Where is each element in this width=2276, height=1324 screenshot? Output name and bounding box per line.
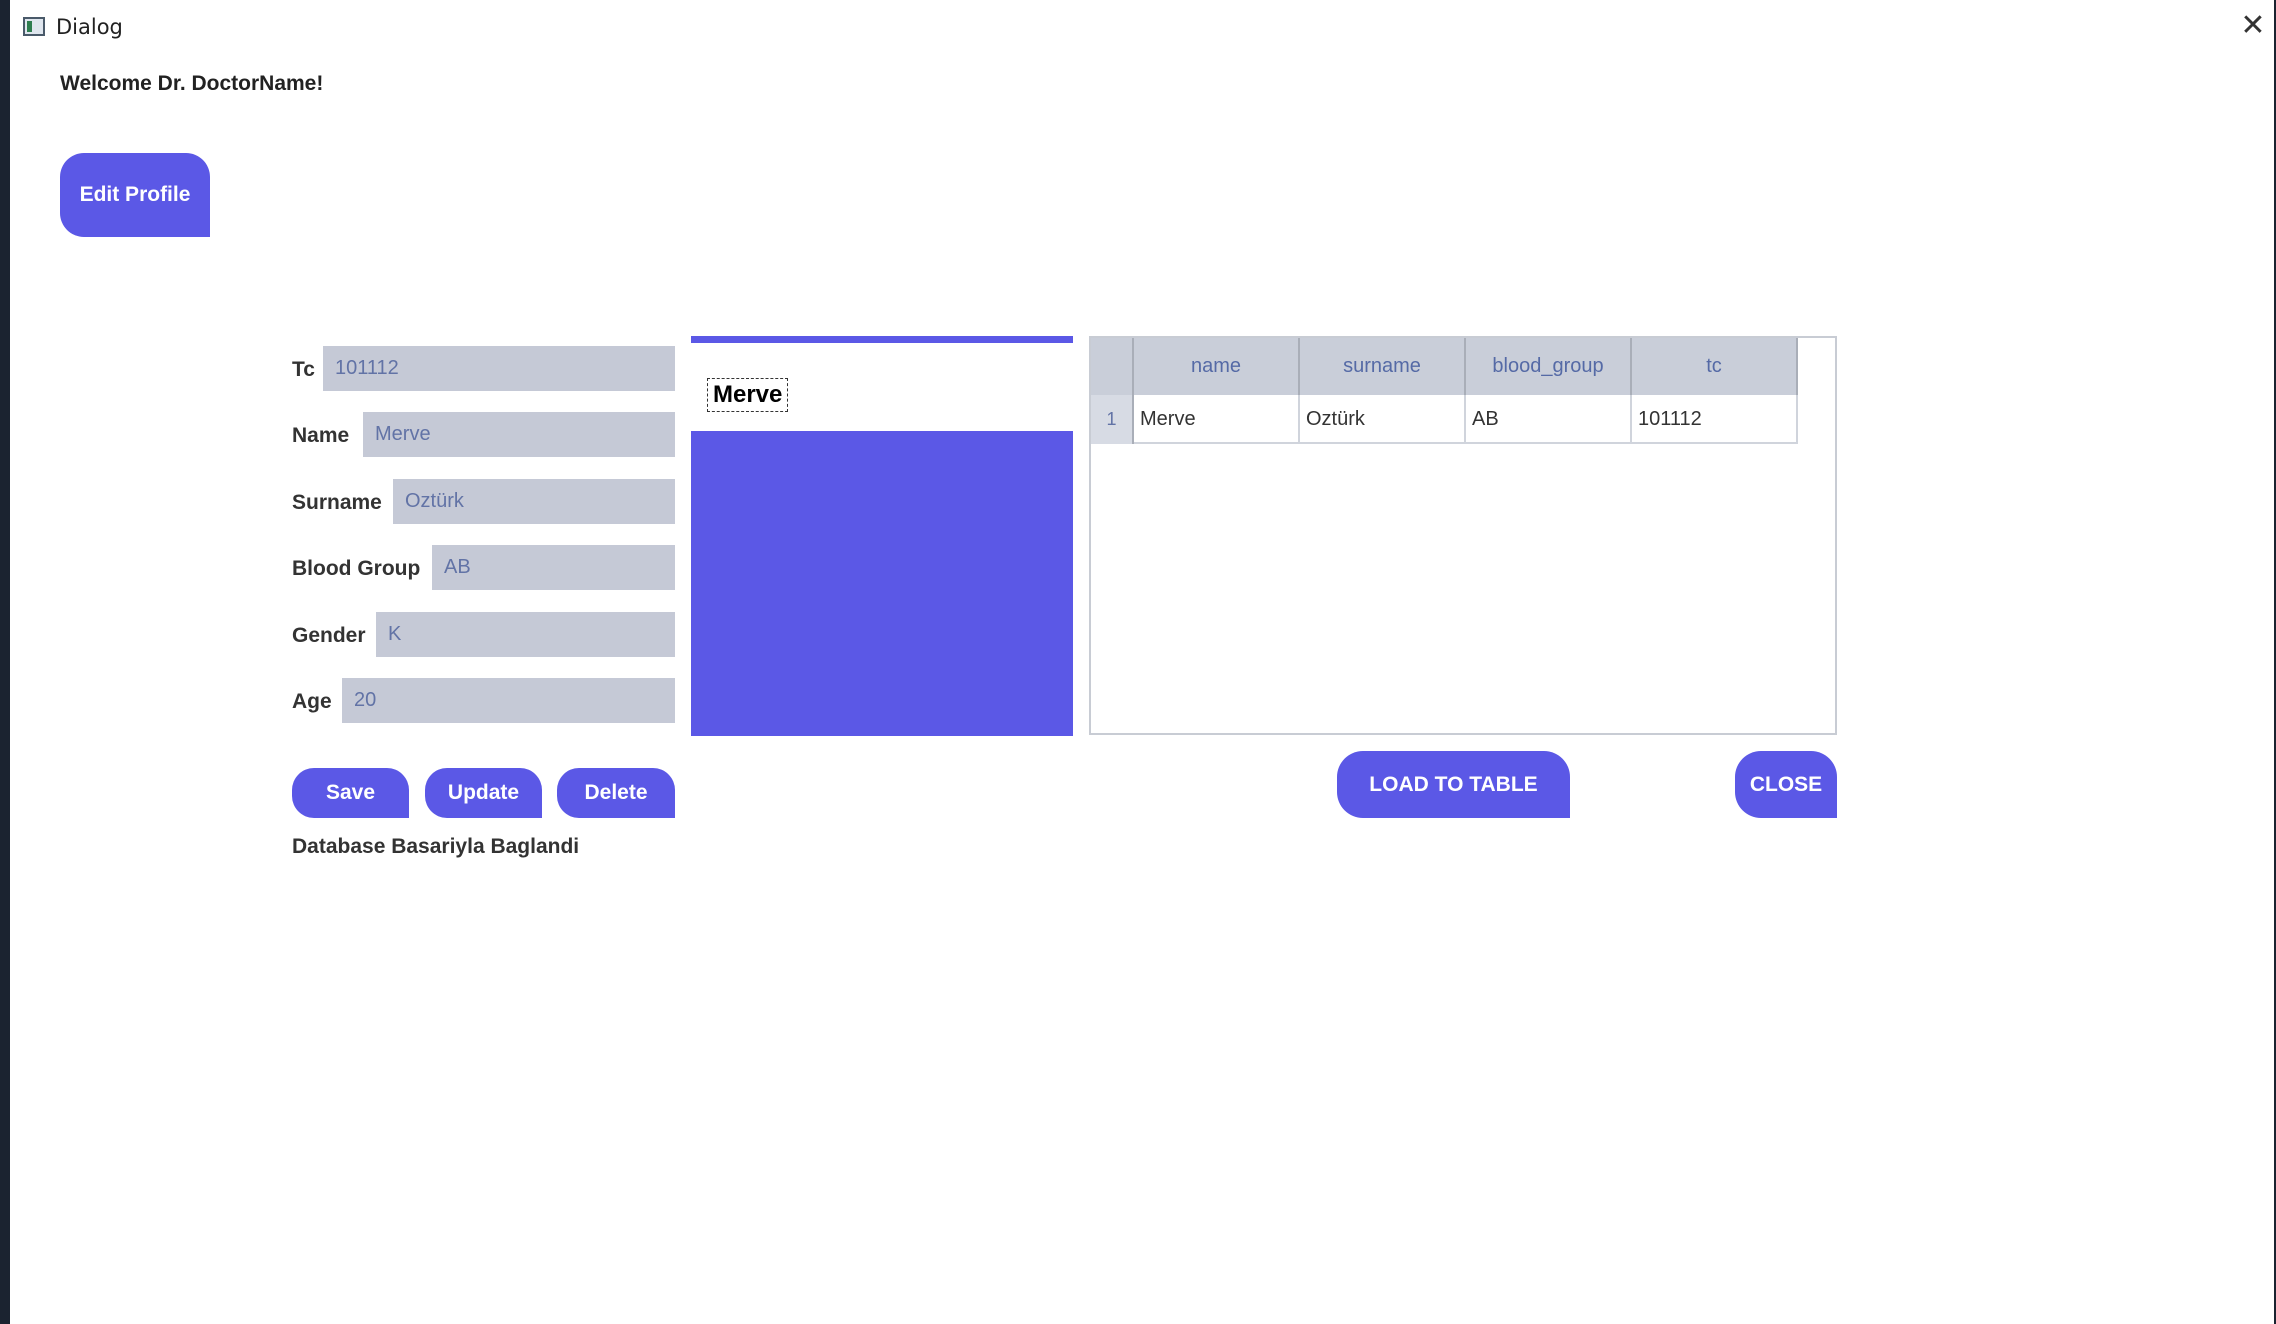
column-header-name[interactable]: name	[1134, 338, 1300, 395]
panel-header: Merve	[691, 343, 1073, 431]
column-header-blood-group[interactable]: blood_group	[1466, 338, 1632, 395]
save-button[interactable]: Save	[292, 768, 409, 818]
welcome-text: Welcome Dr. DoctorName!	[60, 72, 324, 95]
close-button[interactable]: CLOSE	[1735, 751, 1837, 818]
status-text: Database Basariyla Baglandi	[292, 835, 580, 858]
dialog-window: Dialog ✕ Welcome Dr. DoctorName! Edit Pr…	[10, 0, 2274, 1324]
window-title: Dialog	[56, 15, 123, 39]
panel-body	[691, 431, 1073, 736]
surname-label: Surname	[292, 491, 382, 514]
gender-field[interactable]: K	[376, 612, 675, 657]
load-to-table-button[interactable]: LOAD TO TABLE	[1337, 751, 1570, 818]
age-field[interactable]: 20	[342, 678, 675, 723]
delete-button[interactable]: Delete	[557, 768, 675, 818]
gender-label: Gender	[292, 624, 366, 647]
row-header[interactable]: 1	[1091, 395, 1134, 444]
column-header-surname[interactable]: surname	[1300, 338, 1466, 395]
table-cell[interactable]: Merve	[1134, 395, 1300, 444]
data-table[interactable]: name surname blood_group tc 1 Merve Oztü…	[1089, 336, 1837, 735]
title-bar: Dialog ✕	[10, 0, 2274, 56]
profile-panel: Merve	[691, 336, 1073, 736]
table-cell[interactable]: Oztürk	[1300, 395, 1466, 444]
age-label: Age	[292, 690, 332, 713]
update-button[interactable]: Update	[425, 768, 542, 818]
blood-group-field[interactable]: AB	[432, 545, 675, 590]
tc-label: Tc	[292, 358, 315, 381]
panel-top-bar	[691, 336, 1073, 343]
close-icon[interactable]: ✕	[2238, 11, 2268, 41]
selected-name-label: Merve	[707, 378, 789, 412]
table-corner[interactable]	[1091, 338, 1134, 395]
name-field[interactable]: Merve	[363, 412, 675, 457]
table-cell[interactable]: AB	[1466, 395, 1632, 444]
table-cell[interactable]: 101112	[1632, 395, 1798, 444]
tc-field[interactable]: 101112	[323, 346, 675, 391]
app-icon	[23, 17, 45, 36]
name-label: Name	[292, 424, 350, 447]
blood-group-label: Blood Group	[292, 557, 421, 580]
edit-profile-button[interactable]: Edit Profile	[60, 153, 210, 237]
surname-field[interactable]: Oztürk	[393, 479, 675, 524]
column-header-tc[interactable]: tc	[1632, 338, 1798, 395]
